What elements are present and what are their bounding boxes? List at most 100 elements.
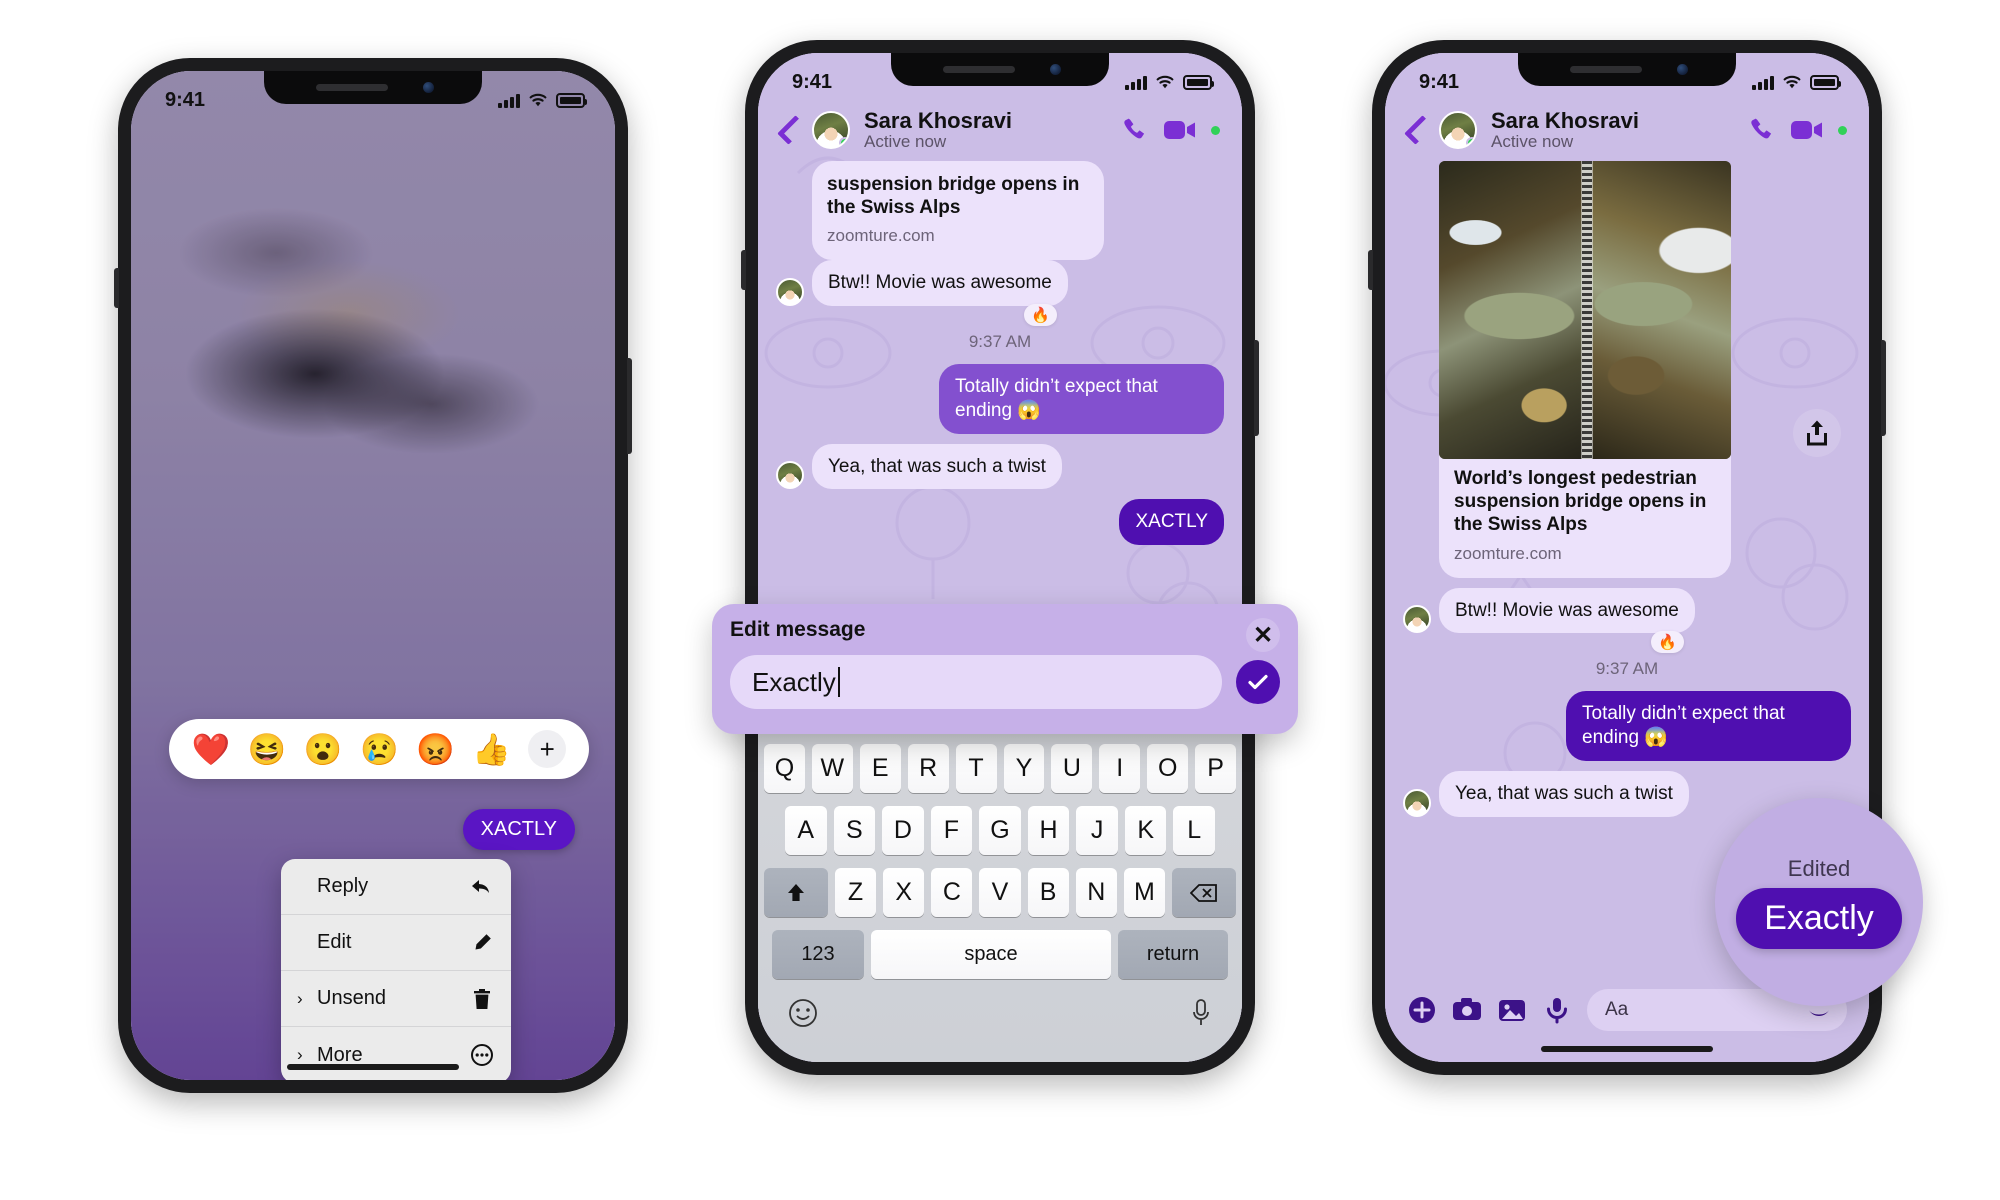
reaction-picker-bar[interactable]: ❤️ 😆 😮 😢 😡 👍 +: [169, 719, 589, 779]
reaction-angry[interactable]: 😡: [416, 731, 455, 768]
key-q[interactable]: Q: [763, 744, 805, 793]
key-s[interactable]: S: [833, 806, 876, 855]
video-call-icon[interactable]: [1790, 118, 1824, 142]
context-menu-item-reply[interactable]: Reply: [281, 859, 511, 915]
context-menu-label: Unsend: [317, 987, 386, 1009]
voice-call-icon[interactable]: [1750, 117, 1776, 143]
highlighted-message-bubble[interactable]: XACTLY: [462, 809, 575, 850]
key-o[interactable]: O: [1147, 744, 1189, 793]
key-l[interactable]: L: [1173, 806, 1216, 855]
key-k[interactable]: K: [1124, 806, 1167, 855]
contact-name: Sara Khosravi: [1491, 107, 1639, 133]
key-g[interactable]: G: [979, 806, 1021, 855]
message-bubble[interactable]: Totally didn’t expect that ending 😱: [1566, 691, 1851, 761]
status-time: 9:41: [165, 88, 206, 111]
key-p[interactable]: P: [1195, 744, 1237, 793]
wifi-icon: [1156, 75, 1174, 89]
avatar: [776, 461, 804, 490]
key-i[interactable]: I: [1099, 744, 1141, 793]
key-v[interactable]: V: [979, 868, 1021, 917]
message-bubble-being-edited[interactable]: XACTLY: [1119, 499, 1224, 546]
keyboard-row-2: A S D F G H J K L: [764, 806, 1236, 855]
confirm-edit-button[interactable]: [1236, 660, 1280, 704]
reaction-thumbsup[interactable]: 👍: [472, 731, 511, 768]
ellipsis-circle-icon: [469, 1042, 495, 1068]
message-bubble[interactable]: Yea, that was such a twist: [1439, 770, 1689, 817]
context-menu-item-unsend[interactable]: › Unsend: [281, 971, 511, 1027]
key-u[interactable]: U: [1051, 744, 1093, 793]
link-preview-card[interactable]: suspension bridge opens in the Swiss Alp…: [812, 161, 1104, 261]
key-e[interactable]: E: [859, 744, 901, 793]
add-reaction-button[interactable]: +: [528, 730, 567, 768]
numbers-key[interactable]: 123: [772, 930, 864, 979]
onscreen-keyboard[interactable]: Q W E R T Y U I O P A S D F G H J K L Z …: [758, 732, 1242, 1062]
battery-icon: [1183, 74, 1214, 90]
key-z[interactable]: Z: [835, 868, 877, 917]
contact-avatar[interactable]: [812, 111, 850, 149]
key-d[interactable]: D: [882, 806, 924, 855]
bridge-detail: [1582, 161, 1593, 459]
key-y[interactable]: Y: [1003, 744, 1045, 793]
close-icon[interactable]: ✕: [1246, 618, 1280, 652]
back-button-icon[interactable]: [777, 115, 807, 145]
avatar: [1403, 788, 1431, 817]
key-n[interactable]: N: [1075, 868, 1117, 917]
microphone-icon[interactable]: [1542, 995, 1572, 1025]
reaction-heart[interactable]: ❤️: [192, 731, 231, 768]
key-a[interactable]: A: [784, 806, 827, 855]
key-r[interactable]: R: [907, 744, 949, 793]
voice-call-icon[interactable]: [1123, 117, 1149, 143]
key-t[interactable]: T: [955, 744, 997, 793]
message-bubble[interactable]: Yea, that was such a twist: [812, 443, 1062, 490]
context-menu-item-edit[interactable]: Edit: [281, 915, 511, 971]
camera-icon[interactable]: [1452, 995, 1482, 1025]
home-indicator: [1541, 1046, 1713, 1052]
return-key[interactable]: return: [1118, 930, 1228, 979]
edit-message-input[interactable]: Exactly: [730, 655, 1222, 709]
emoji-icon[interactable]: [788, 998, 818, 1033]
reaction-sad[interactable]: 😢: [360, 731, 399, 768]
reaction-laugh[interactable]: 😆: [248, 731, 287, 768]
reaction-wow[interactable]: 😮: [304, 731, 343, 768]
contact-avatar[interactable]: [1439, 111, 1477, 149]
message-bubble[interactable]: Btw!! Movie was awesome: [812, 260, 1068, 307]
signal-bars-icon: [1752, 75, 1774, 90]
key-c[interactable]: C: [931, 868, 973, 917]
message-bubble[interactable]: Totally didn’t expect that ending 😱: [939, 364, 1224, 434]
message-reaction[interactable]: 🔥: [1651, 631, 1684, 654]
text-caret: [837, 667, 840, 697]
photo-icon[interactable]: [1497, 995, 1527, 1025]
message-reaction[interactable]: 🔥: [1024, 304, 1057, 327]
backspace-icon[interactable]: [1171, 868, 1236, 917]
shift-icon[interactable]: [764, 868, 828, 917]
message-bubble[interactable]: Btw!! Movie was awesome: [1439, 587, 1695, 634]
unsend-chevron: ›: [297, 988, 303, 1008]
message-context-menu[interactable]: Reply Edit › Unsend › More: [281, 859, 511, 1080]
front-camera: [423, 82, 434, 93]
photo-right-half: [1585, 161, 1731, 459]
battery-icon: [556, 92, 587, 108]
edit-message-dialog[interactable]: Edit message ✕ Exactly: [712, 604, 1298, 734]
online-dot: [1466, 137, 1475, 147]
shared-photo[interactable]: [1439, 161, 1731, 459]
key-f[interactable]: F: [930, 806, 973, 855]
key-j[interactable]: J: [1076, 806, 1118, 855]
key-h[interactable]: H: [1027, 806, 1070, 855]
link-preview-card[interactable]: World’s longest pedestrian suspension br…: [1439, 455, 1731, 578]
share-icon[interactable]: [1793, 409, 1841, 457]
edited-message-magnifier: Edited Exactly: [1715, 798, 1923, 1006]
key-x[interactable]: X: [883, 868, 925, 917]
key-w[interactable]: W: [811, 744, 853, 793]
plus-circle-icon[interactable]: [1407, 995, 1437, 1025]
context-menu-item-more[interactable]: › More: [281, 1027, 511, 1080]
microphone-icon[interactable]: [1190, 998, 1212, 1033]
key-b[interactable]: B: [1027, 868, 1069, 917]
key-m[interactable]: M: [1123, 868, 1165, 917]
space-key[interactable]: space: [871, 930, 1111, 979]
online-dot: [839, 137, 848, 147]
wifi-icon: [1783, 75, 1801, 89]
earpiece-speaker: [943, 66, 1015, 73]
video-call-icon[interactable]: [1163, 118, 1197, 142]
back-button-icon[interactable]: [1404, 115, 1434, 145]
avatar: [1403, 605, 1431, 634]
